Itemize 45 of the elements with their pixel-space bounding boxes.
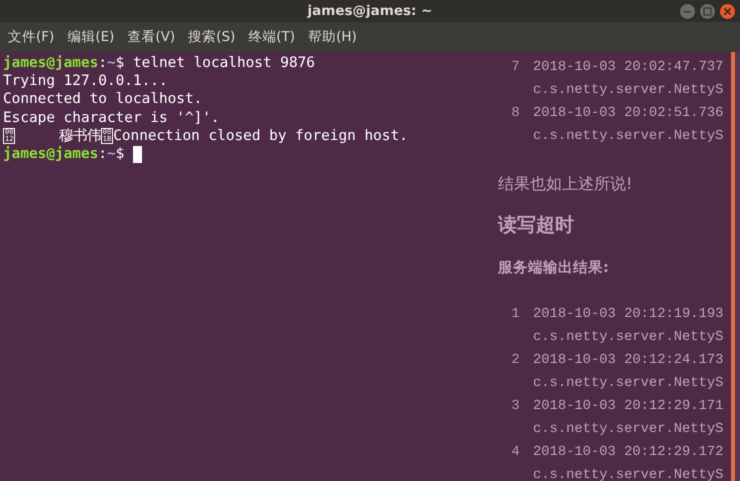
code-line: 2018-10-03 20:12:19.193 [533,307,724,322]
prompt-user: james@james [3,144,98,164]
terminal-command: telnet localhost 9876 [133,54,315,72]
code-line: c.s.netty.server.NettyS [533,376,724,391]
menu-item[interactable]: 终端(T) [248,28,296,46]
prompt-separator: : [98,54,107,72]
terminal-output: 穆书伟 [58,126,101,145]
line-number: 2 [510,352,521,370]
code-line: 2018-10-03 20:12:29.172 [533,445,724,460]
line-number: 1 [510,306,521,324]
menu-item[interactable]: 搜索(S) [188,28,236,46]
prompt-path: ~ [106,54,116,72]
close-icon[interactable] [719,2,736,20]
terminal-output: Connection closed by foreign host. [113,126,408,145]
menu-item[interactable]: 文件(F) [8,28,54,46]
section-heading: 读写超时 [498,213,575,238]
prompt-symbol: $ [116,54,124,72]
code-line: 2018-10-03 20:02:51.736 [533,106,724,121]
prompt-separator: : [98,144,107,164]
terminal-output: Escape character is '^]'. [3,108,220,127]
code-line: 2018-10-03 20:12:24.173 [533,353,724,368]
menu-item[interactable]: 查看(V) [127,28,176,46]
code-line: 2018-10-03 20:12:29.171 [533,399,724,414]
line-number: 4 [510,444,521,462]
maximize-icon[interactable] [699,2,716,20]
code-line: 2018-10-03 20:02:47.737 [533,60,724,75]
line-number: 3 [510,398,521,416]
code-line: c.s.netty.server.NettyS [533,330,724,345]
paragraph: 结果也如上述所说! [498,173,634,195]
subheading: 服务端输出结果: [498,258,610,278]
minimize-icon[interactable] [679,2,696,20]
menu-item[interactable]: 帮助(H) [308,28,357,46]
prompt-user: james@james [3,54,98,72]
window-title: james@james: ~ [308,3,432,19]
terminal-output: Trying 127.0.0.1... [3,72,168,90]
code-line: c.s.netty.server.NettyS [533,83,724,98]
prompt-symbol: $ [116,144,124,164]
menu-item[interactable]: 编辑(E) [67,28,114,46]
terminal-output: Connected to localhost. [3,90,202,109]
code-line: c.s.netty.server.NettyS [533,129,724,144]
line-number: 8 [510,105,521,123]
code-line: c.s.netty.server.NettyS [533,468,724,481]
code-line: c.s.netty.server.NettyS [533,422,724,437]
prompt-path: ~ [106,144,116,164]
line-number: 7 [510,59,521,77]
